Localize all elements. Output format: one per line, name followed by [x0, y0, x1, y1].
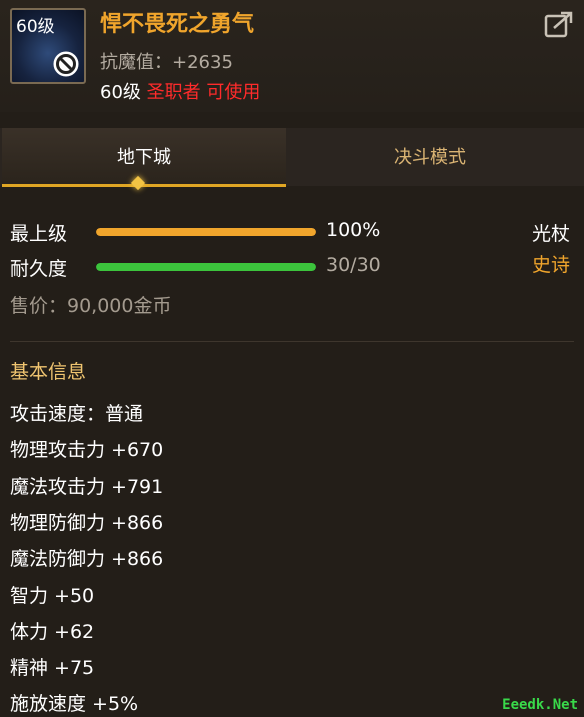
upgrade-bar: [96, 228, 316, 236]
watermark: Eeedk.Net: [502, 697, 578, 713]
weapon-type: 光杖: [531, 223, 570, 245]
attribute-line: 智力 +50: [10, 584, 95, 607]
usable-status: 可使用: [206, 82, 261, 103]
mode-tabs: 地下城 决斗模式: [0, 128, 584, 191]
basic-info-title: 基本信息: [10, 361, 87, 383]
attribute-line: 物理防御力 +866: [10, 511, 164, 534]
sell-price: 售价：90,000金币: [10, 295, 172, 317]
item-level-badge: 60级: [16, 17, 55, 37]
magic-resist-stat: 抗魔值：+2635: [100, 52, 233, 73]
divider: [10, 341, 574, 342]
durability-value: 30/30: [326, 254, 381, 276]
required-level: 60级: [100, 82, 141, 103]
required-class: 圣职者: [146, 82, 201, 103]
tab-dungeon[interactable]: 地下城: [2, 128, 286, 187]
durability-bar: [96, 263, 316, 271]
rarity-label: 史诗: [531, 254, 570, 276]
upgrade-label: 最上级: [10, 223, 68, 245]
share-icon[interactable]: [544, 10, 574, 38]
attribute-line: 魔法攻击力 +791: [10, 475, 164, 498]
attribute-line: 物理攻击力 +670: [10, 439, 164, 462]
item-icon[interactable]: 60级: [10, 8, 86, 84]
upgrade-value: 100%: [326, 219, 381, 241]
item-header: 60级 悍不畏死之勇气 抗魔值：+2635 60级 圣职者 可使用: [0, 0, 584, 112]
ban-icon: [53, 51, 79, 77]
durability-bar-fill: [96, 263, 316, 271]
requirement-line: 60级 圣职者 可使用: [100, 78, 260, 104]
attribute-line: 精神 +75: [10, 657, 95, 680]
tab-duel-mode[interactable]: 决斗模式: [288, 128, 572, 184]
durability-label: 耐久度: [10, 258, 68, 280]
upgrade-bar-fill: [96, 228, 316, 236]
item-name: 悍不畏死之勇气: [100, 12, 255, 37]
attribute-line: 体力 +62: [10, 620, 95, 643]
attribute-line: 魔法防御力 +866: [10, 548, 164, 571]
attribute-line: 攻击速度：普通: [10, 403, 144, 425]
attribute-line: 施放速度 +5%: [10, 693, 139, 716]
